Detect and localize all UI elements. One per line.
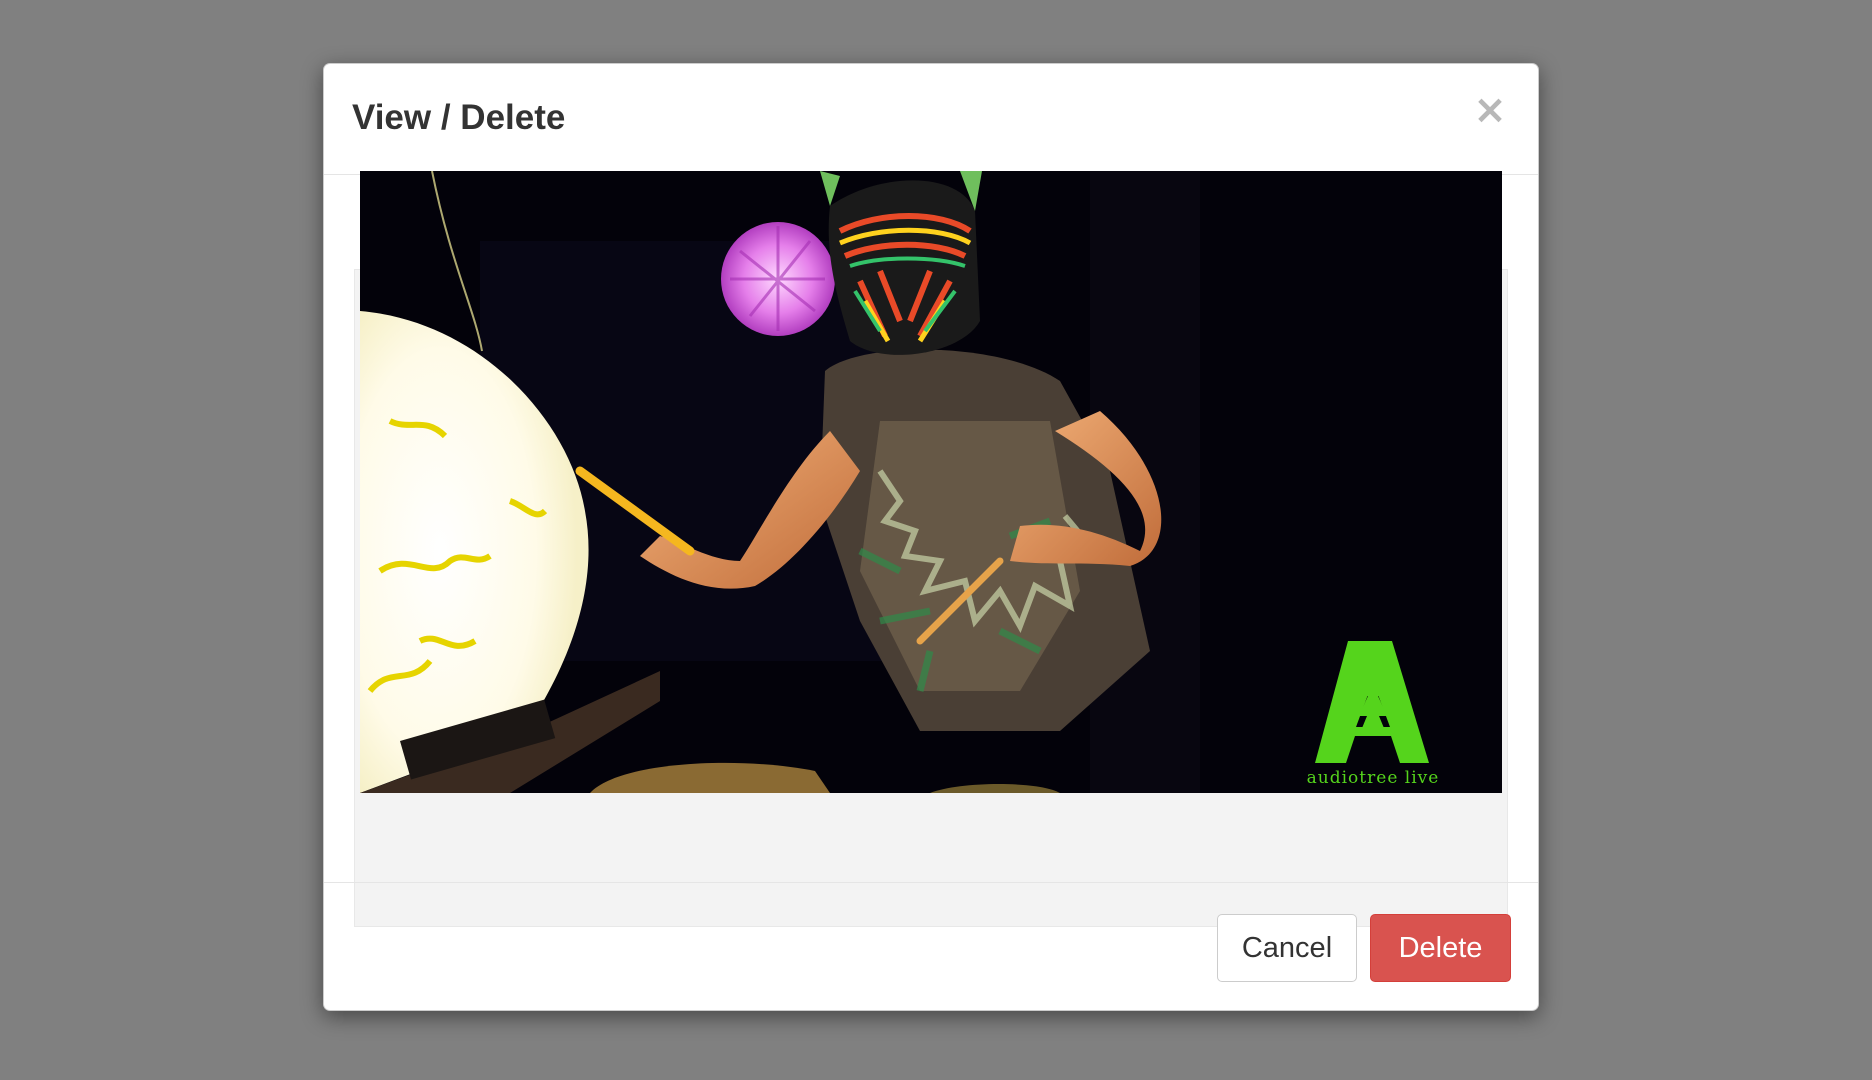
close-icon[interactable]: × xyxy=(1472,90,1508,130)
modal-header: View / Delete × xyxy=(324,64,1538,175)
delete-button[interactable]: Delete xyxy=(1370,914,1511,982)
cancel-button[interactable]: Cancel xyxy=(1217,914,1357,982)
view-delete-modal: View / Delete × audiotree live Cancel De… xyxy=(323,63,1539,1011)
preview-image: audiotree live xyxy=(360,171,1502,793)
watermark-text: audiotree live xyxy=(1307,768,1440,788)
modal-footer: Cancel Delete xyxy=(324,882,1538,1010)
modal-title: View / Delete xyxy=(352,98,566,137)
